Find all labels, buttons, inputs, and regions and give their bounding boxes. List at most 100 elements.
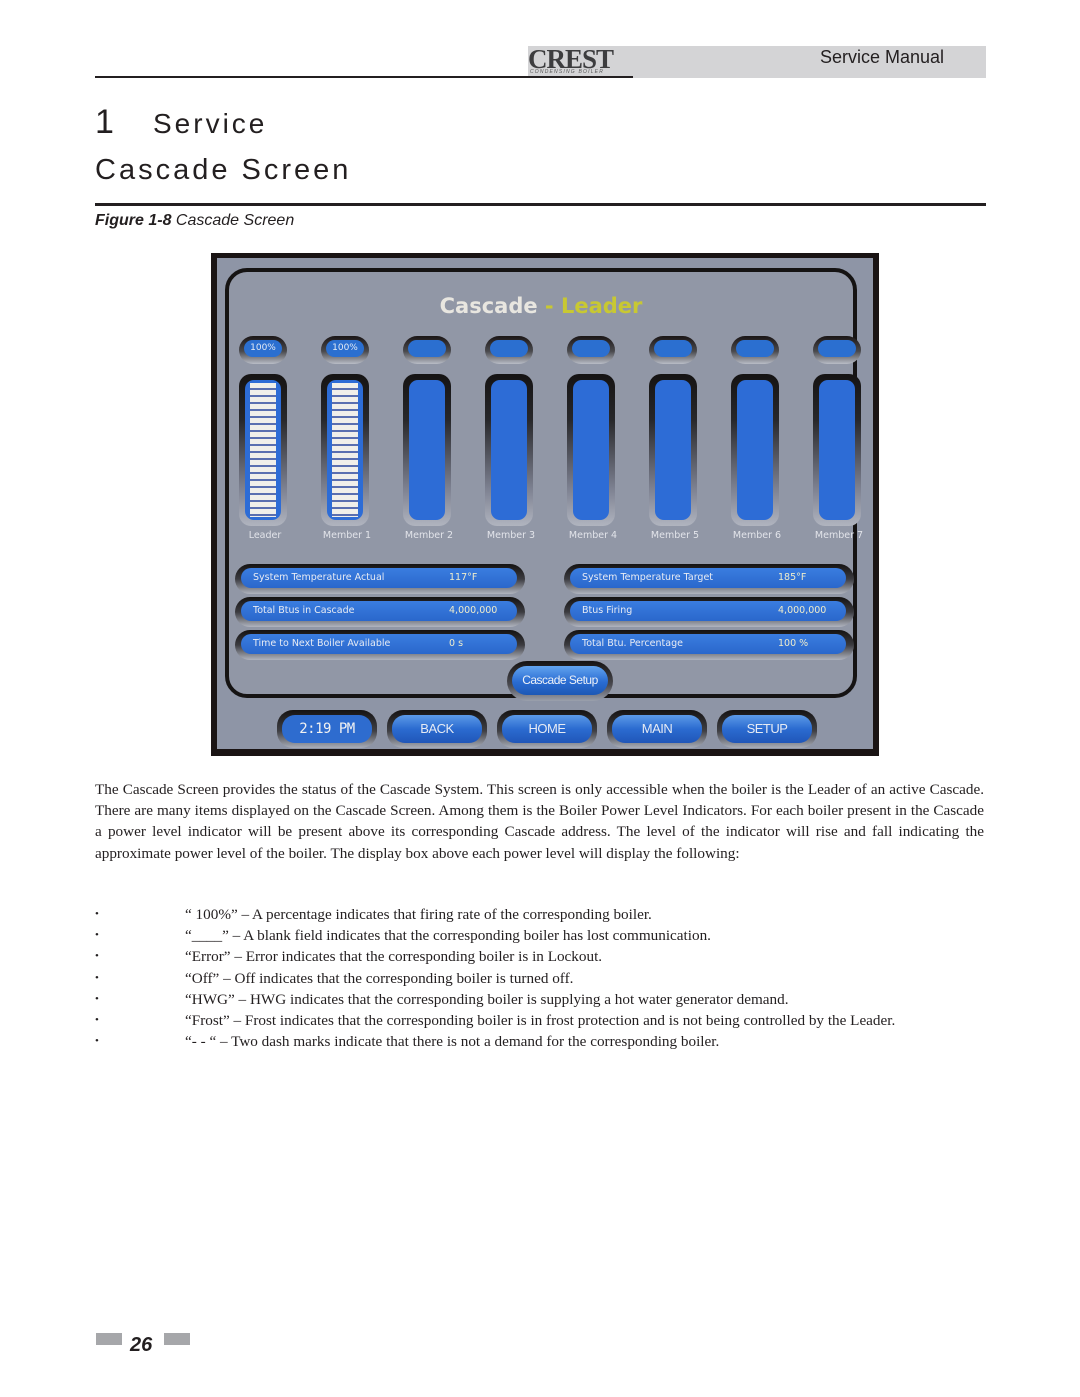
power-level-track	[245, 380, 281, 520]
power-level-track	[655, 380, 691, 520]
bullet-glyph: •	[95, 950, 99, 963]
boiler-address-label: Member 1	[322, 530, 372, 541]
info-system-temp-actual: System Temperature Actual 117°F	[235, 564, 525, 594]
boiler-address-label: Member 5	[650, 530, 700, 541]
power-display-value	[490, 340, 528, 357]
home-button[interactable]: HOME	[497, 710, 597, 748]
setup-label: SETUP	[722, 715, 812, 743]
page-number: 26	[130, 1334, 153, 1356]
setup-button[interactable]: SETUP	[717, 710, 817, 748]
power-display-box	[567, 336, 615, 364]
cascade-screen-photo: Cascade - Leader 100% Leader 100% Member 1 M…	[211, 253, 879, 756]
info-total-btu-percentage: Total Btu. Percentage 100 %	[564, 630, 854, 660]
power-display-box	[731, 336, 779, 364]
bullet-text: “Frost” – Frost indicates that the corre…	[185, 1012, 896, 1030]
crest-logo: CREST CONDENSING BOILER	[528, 44, 634, 76]
bullet-text: “Off” – Off indicates that the correspon…	[185, 969, 574, 987]
power-display-box: 100%	[239, 336, 287, 364]
status-bullet-item: • “- - “ – Two dash marks indicate that t…	[95, 1031, 984, 1052]
power-display-box	[813, 336, 861, 364]
status-bullet-item: • “Off” – Off indicates that the correspo…	[95, 968, 984, 989]
power-display-value	[818, 340, 856, 357]
main-label: MAIN	[612, 715, 702, 743]
cascade-panel: Cascade - Leader 100% Leader 100% Member 1 M…	[225, 268, 863, 701]
power-level-indicator	[649, 374, 697, 526]
screen-title-role: - Leader	[544, 294, 643, 318]
power-level-fill	[332, 383, 358, 517]
boiler-address-label: Member 2	[404, 530, 454, 541]
power-level-track	[819, 380, 855, 520]
back-label: BACK	[392, 715, 482, 743]
section-rule	[95, 203, 986, 206]
clock-text: 2:19 PM	[282, 715, 372, 743]
info-label: System Temperature Target	[582, 572, 714, 583]
power-display-value: 100%	[326, 340, 364, 357]
logo-tagline: CONDENSING BOILER	[530, 69, 605, 75]
chapter-title: Service	[153, 108, 268, 139]
bullet-glyph: •	[95, 1014, 99, 1027]
power-level-track	[327, 380, 363, 520]
info-label: Total Btu. Percentage	[582, 638, 683, 649]
power-level-indicator	[813, 374, 861, 526]
power-level-track	[737, 380, 773, 520]
power-level-indicator	[567, 374, 615, 526]
info-label: Time to Next Boiler Available	[253, 638, 391, 649]
footer-bar-right	[164, 1333, 190, 1345]
screen-title: Cascade - Leader	[229, 294, 853, 318]
bullet-glyph: •	[95, 971, 99, 984]
power-level-track	[491, 380, 527, 520]
status-bullet-item: • “____” – A blank field indicates that t…	[95, 925, 984, 946]
power-display-value	[736, 340, 774, 357]
status-bullet-item: • “HWG” – HWG indicates that the correspo…	[95, 989, 984, 1010]
boiler-address-label: Member 3	[486, 530, 536, 541]
figure-caption: Figure 1-8 Cascade Screen	[95, 211, 294, 231]
boiler-address-label: Leader	[248, 530, 282, 541]
cascade-setup-label: Cascade Setup	[512, 666, 608, 695]
info-system-temp-target: System Temperature Target 185°F	[564, 564, 854, 594]
boiler-address-label: Member 4	[568, 530, 618, 541]
power-display-value	[654, 340, 692, 357]
bullet-glyph: •	[95, 908, 99, 920]
info-label: Btus Firing	[582, 605, 633, 616]
bullet-text: “- - “ – Two dash marks indicate that th…	[185, 1033, 720, 1051]
clock-display: 2:19 PM	[277, 710, 377, 748]
power-display-box	[485, 336, 533, 364]
bullet-text: “ 100%” – A percentage indicates that fi…	[185, 906, 652, 923]
bullet-glyph: •	[95, 929, 99, 942]
info-value: 117°F	[449, 572, 478, 583]
power-level-fill	[250, 383, 276, 517]
controller-display: Cascade - Leader 100% Leader 100% Member 1 M…	[217, 258, 873, 749]
power-level-indicator	[239, 374, 287, 526]
status-bullet-list: • “ 100%” – A percentage indicates that f…	[95, 904, 984, 1052]
info-label: System Temperature Actual	[253, 572, 385, 583]
power-level-indicator	[403, 374, 451, 526]
description-paragraph: The Cascade Screen provides the status o…	[95, 781, 984, 862]
info-value: 0 s	[449, 638, 464, 649]
boiler-address-label: Member 6	[732, 530, 782, 541]
power-display-box	[403, 336, 451, 364]
power-display-box	[649, 336, 697, 364]
bullet-text: “Error” – Error indicates that the corre…	[185, 948, 603, 966]
chapter-number: 1	[95, 103, 114, 141]
status-bullet-item: • “ 100%” – A percentage indicates that f…	[95, 904, 984, 925]
bullet-text: “HWG” – HWG indicates that the correspon…	[185, 990, 789, 1008]
power-display-value: 100%	[244, 340, 282, 357]
info-btus-firing: Btus Firing 4,000,000	[564, 597, 854, 627]
power-display-value	[408, 340, 446, 357]
info-value: 4,000,000	[778, 605, 827, 616]
status-bullet-item: • “Frost” – Frost indicates that the corr…	[95, 1010, 984, 1031]
main-button[interactable]: MAIN	[607, 710, 707, 748]
cascade-setup-button[interactable]: Cascade Setup	[507, 661, 613, 701]
power-level-indicator	[321, 374, 369, 526]
header-rule	[95, 76, 633, 78]
home-label: HOME	[502, 715, 592, 743]
info-time-next-boiler: Time to Next Boiler Available 0 s	[235, 630, 525, 660]
boiler-address-label: Member 7	[814, 530, 864, 541]
info-total-btus: Total Btus in Cascade 4,000,000	[235, 597, 525, 627]
power-level-indicator	[485, 374, 533, 526]
status-bullet-item: • “Error” – Error indicates that the corr…	[95, 946, 984, 967]
power-display-box: 100%	[321, 336, 369, 364]
info-value: 185°F	[778, 572, 807, 583]
figure-caption-text: Cascade Screen	[175, 212, 295, 229]
back-button[interactable]: BACK	[387, 710, 487, 748]
